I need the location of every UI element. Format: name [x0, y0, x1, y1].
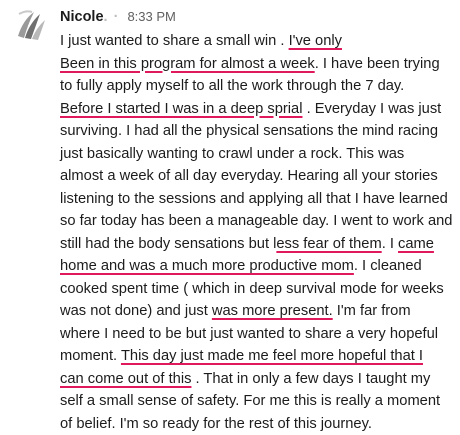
avatar-image — [14, 6, 50, 42]
highlighted-text: can come out of this — [60, 371, 191, 387]
message-text: listening to the sessions and applying a… — [60, 191, 448, 207]
message-line: I just wanted to share a small win . I'v… — [60, 30, 452, 53]
message-text: surviving. I had all the physical sensat… — [60, 123, 438, 139]
author-name-redacted: . · — [104, 9, 120, 25]
highlighted-text: This day just made me feel more hopeful … — [121, 348, 423, 364]
message-line: Before I started I was in a deep sprial … — [60, 98, 452, 121]
highlighted-text: ess fear of them — [276, 236, 381, 252]
message-line: so far today has been a manageable day. … — [60, 210, 452, 233]
message-text: . I have been trying — [315, 56, 440, 72]
message-line: self a small sense of safety. For me thi… — [60, 390, 452, 413]
highlighted-text: Been in this program for almost a week — [60, 56, 315, 72]
message-line: cooked spent time ( which in deep surviv… — [60, 278, 452, 301]
message-text: just basically wanting to crawl under a … — [60, 146, 404, 162]
message-text: where I need to be but just wanted to sh… — [60, 326, 438, 342]
highlighted-text: came — [398, 236, 434, 252]
message-text: still had the body sensations but l — [60, 236, 276, 252]
message-line: Been in this program for almost a week. … — [60, 53, 452, 76]
message-line: surviving. I had all the physical sensat… — [60, 120, 452, 143]
message-text: . That in only a few days I taught my — [191, 371, 430, 387]
message-text: . I — [382, 236, 398, 252]
message-line: moment. This day just made me feel more … — [60, 345, 452, 368]
message-text: . Everyday I was just — [302, 101, 441, 117]
highlighted-text: Before I started I was in a deep sprial — [60, 101, 302, 117]
message-text: . I cleaned — [354, 258, 422, 274]
message-line: was not done) and just was more present.… — [60, 300, 452, 323]
message-line: home and was a much more productive mom.… — [60, 255, 452, 278]
message-line: to fully apply myself to all the work th… — [60, 75, 452, 98]
highlighted-text: was more present. — [212, 303, 333, 319]
message-text: was not done) and just — [60, 303, 212, 319]
message-text: to fully apply myself to all the work th… — [60, 78, 404, 94]
message-text: I just wanted to share a small win . — [60, 33, 289, 49]
message-text: cooked spent time ( which in deep surviv… — [60, 281, 444, 297]
message-line: where I need to be but just wanted to sh… — [60, 323, 452, 346]
message-header: Nicole. · 8:33 PM — [60, 7, 176, 27]
message-line: can come out of this . That in only a fe… — [60, 368, 452, 391]
message-text: so far today has been a manageable day. … — [60, 213, 452, 229]
message-line: still had the body sensations but less f… — [60, 233, 452, 256]
message-body: I just wanted to share a small win . I'v… — [60, 30, 452, 435]
message-line: listening to the sessions and applying a… — [60, 188, 452, 211]
message-text: moment. — [60, 348, 121, 364]
author-name[interactable]: Nicole — [60, 9, 104, 25]
highlighted-text: home and was a much more productive mom — [60, 258, 354, 274]
highlighted-text: I've only — [289, 33, 342, 49]
message-line: just basically wanting to crawl under a … — [60, 143, 452, 166]
message-line: almost a week of all day everyday. Heari… — [60, 165, 452, 188]
message-text: self a small sense of safety. For me thi… — [60, 393, 440, 409]
message-text: almost a week of all day everyday. Heari… — [60, 168, 438, 184]
message-text: I'm far from — [333, 303, 411, 319]
message-timestamp[interactable]: 8:33 PM — [127, 9, 175, 24]
avatar[interactable] — [14, 6, 50, 42]
